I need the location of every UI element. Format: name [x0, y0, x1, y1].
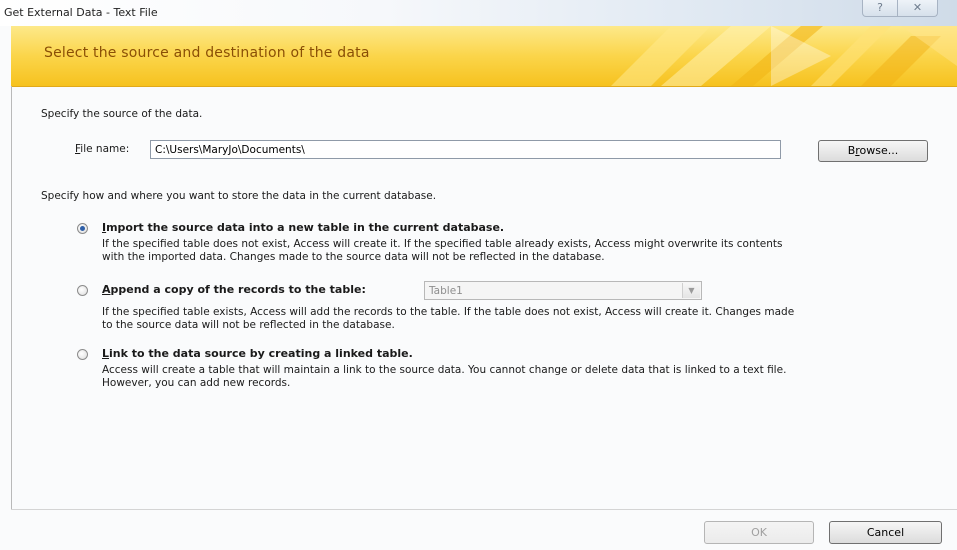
help-icon: ?: [877, 1, 883, 14]
link-description-line2: However, you can add new records.: [102, 377, 291, 389]
store-prompt: Specify how and where you want to store …: [41, 190, 437, 202]
window-title: Get External Data - Text File: [4, 6, 158, 19]
close-button[interactable]: ✕: [898, 0, 938, 17]
wizard-banner: Select the source and destination of the…: [11, 26, 957, 87]
append-description-line2: to the source data will not be reflected…: [102, 319, 395, 331]
import-option-label[interactable]: Import the source data into a new table …: [102, 221, 504, 234]
chevron-down-icon[interactable]: ▼: [682, 283, 700, 298]
help-button[interactable]: ?: [862, 0, 898, 17]
link-option-label[interactable]: Link to the data source by creating a li…: [102, 347, 413, 360]
get-external-data-dialog: Get External Data - Text File ? ✕ Select…: [0, 0, 957, 550]
link-description-line1: Access will create a table that will mai…: [102, 364, 787, 376]
link-radio[interactable]: [77, 349, 88, 360]
footer-divider: [11, 509, 957, 510]
append-description-line1: If the specified table exists, Access wi…: [102, 306, 795, 318]
append-radio[interactable]: [77, 285, 88, 296]
file-name-input[interactable]: C:\Users\MaryJo\Documents\: [150, 140, 781, 159]
ok-button[interactable]: OK: [704, 521, 814, 544]
import-radio[interactable]: [77, 223, 88, 234]
title-bar[interactable]: Get External Data - Text File ? ✕: [0, 0, 957, 26]
close-icon: ✕: [912, 1, 923, 14]
frame-left-border: [11, 86, 12, 510]
append-table-select[interactable]: Table1 ▼: [424, 281, 702, 300]
banner-heading: Select the source and destination of the…: [44, 45, 370, 61]
cancel-button[interactable]: Cancel: [829, 521, 942, 544]
import-description-line2: with the imported data. Changes made to …: [102, 251, 605, 263]
import-description-line1: If the specified table does not exist, A…: [102, 238, 783, 250]
browse-button[interactable]: Browse...: [818, 140, 928, 162]
append-option-label[interactable]: Append a copy of the records to the tabl…: [102, 283, 366, 296]
file-name-label: File name:: [75, 143, 130, 155]
file-name-value: C:\Users\MaryJo\Documents\: [155, 144, 305, 156]
source-prompt: Specify the source of the data.: [41, 108, 203, 120]
append-table-value: Table1: [429, 285, 463, 297]
